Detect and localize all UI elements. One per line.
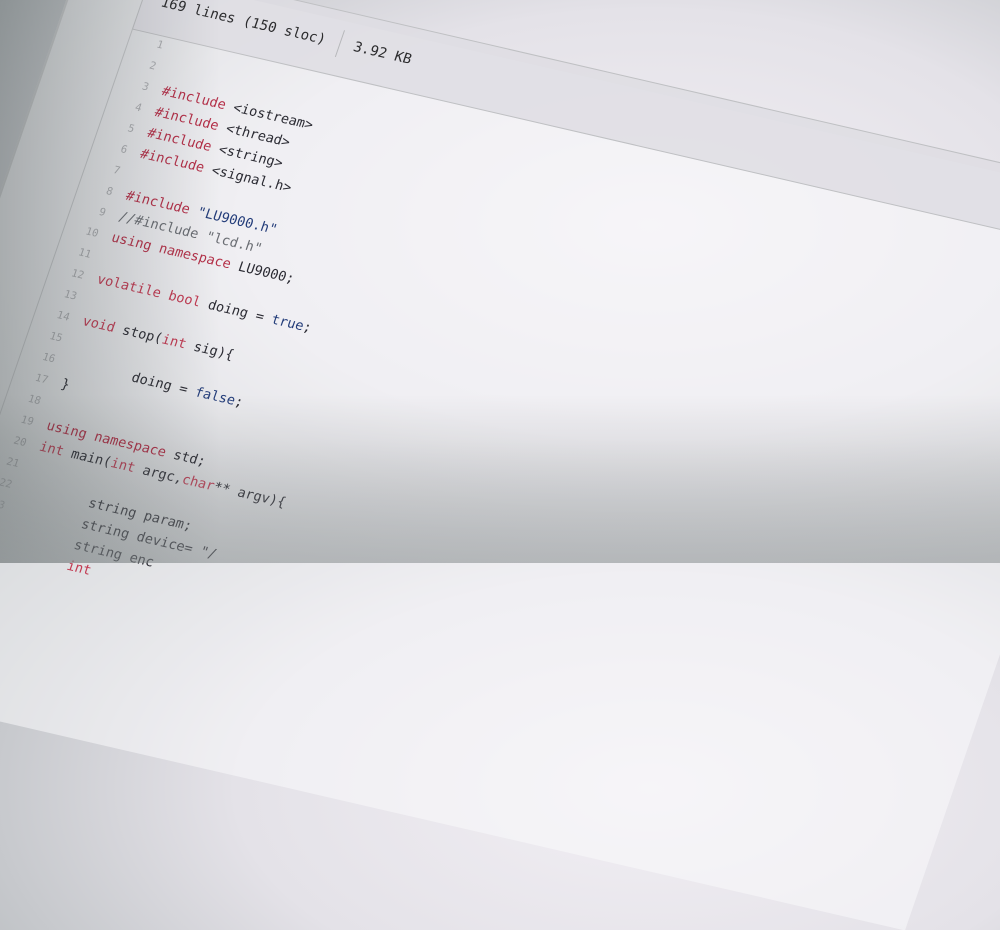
header-divider	[334, 30, 345, 57]
file-size: 3.92 KB	[351, 39, 414, 68]
line-number[interactable]: 20	[0, 430, 42, 452]
code-viewer: 169 lines (150 sloc) 3.92 KB 1 2 3 #include…	[0, 0, 1000, 930]
